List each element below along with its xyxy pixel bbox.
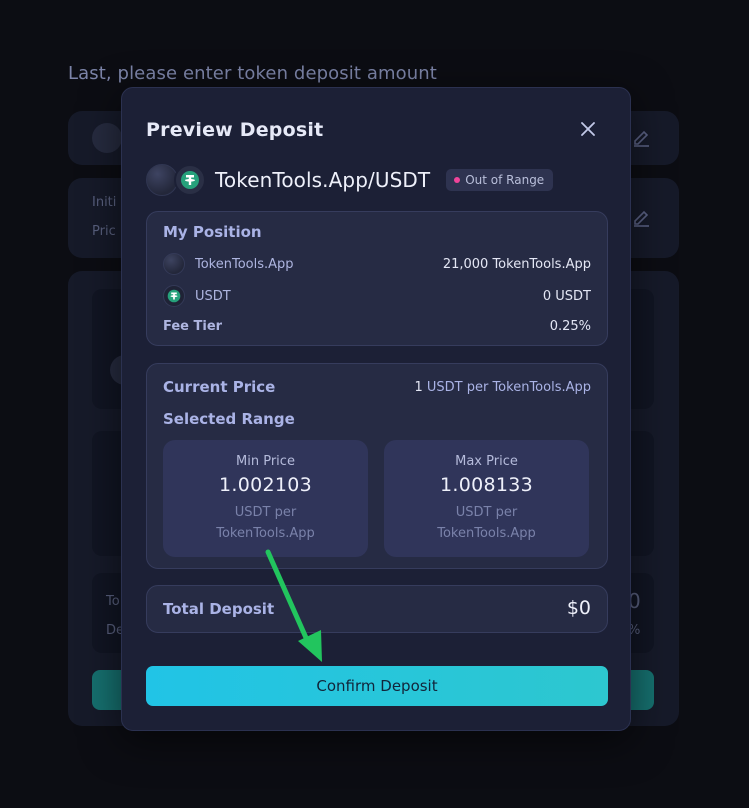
total-deposit-value: $0: [566, 597, 591, 619]
total-deposit-label: Total Deposit: [163, 600, 275, 618]
fee-tier-value: 0.25%: [549, 318, 591, 334]
selected-range-label: Selected Range: [163, 410, 295, 428]
position-token-name: USDT: [195, 288, 231, 304]
min-price-label: Min Price: [236, 454, 295, 469]
background-token-avatar: [92, 123, 122, 153]
max-price-value: 1.008133: [439, 474, 534, 496]
position-row: USDT 0 USDT: [163, 285, 591, 307]
max-price-label: Max Price: [455, 454, 518, 469]
my-position-heading: My Position: [163, 223, 262, 241]
max-price-unit-token: TokenTools.App: [437, 526, 536, 541]
max-price-box: Max Price 1.008133 USDT per TokenTools.A…: [384, 440, 589, 557]
usdt-token-icon: [174, 164, 206, 196]
min-price-box: Min Price 1.002103 USDT per TokenTools.A…: [163, 440, 368, 557]
min-price-unit-token: TokenTools.App: [216, 526, 315, 541]
edit-icon[interactable]: [631, 127, 651, 147]
background-price-label: Pric: [92, 224, 116, 239]
price-range-panel: Current Price 1 USDT per TokenTools.App …: [146, 363, 608, 569]
confirm-deposit-button[interactable]: Confirm Deposit: [146, 666, 608, 706]
position-token-amount: 0 USDT: [542, 288, 591, 304]
background-initial-label: Initi: [92, 195, 117, 210]
fee-tier-row: Fee Tier 0.25%: [163, 315, 591, 337]
total-deposit-panel: Total Deposit $0: [146, 585, 608, 633]
current-price-number: 1: [414, 379, 423, 395]
min-price-value: 1.002103: [218, 474, 313, 496]
usdt-token-icon: [163, 285, 185, 307]
background-total-label: To: [106, 594, 120, 609]
usdt-logo-icon: [181, 171, 199, 189]
pair-name: TokenTools.App/USDT: [215, 168, 431, 192]
current-price-value: 1 USDT per TokenTools.App: [414, 380, 591, 395]
min-price-unit: USDT per: [234, 505, 297, 520]
range-status-label: Out of Range: [465, 173, 545, 187]
current-price-unit: USDT per TokenTools.App: [426, 379, 591, 395]
close-button[interactable]: [576, 117, 600, 141]
my-position-panel: My Position TokenTools.App 21,000 TokenT…: [146, 211, 608, 346]
usdt-logo-icon: [167, 289, 181, 303]
current-price-row: Current Price 1 USDT per TokenTools.App: [163, 378, 591, 396]
modal-title: Preview Deposit: [146, 119, 324, 141]
tokentools-token-icon: [163, 253, 185, 275]
position-token-name: TokenTools.App: [195, 256, 294, 272]
token-pair-header: TokenTools.App/USDT Out of Range: [146, 163, 554, 197]
max-price-unit: USDT per: [455, 505, 518, 520]
app-stage: Last, please enter token deposit amount …: [0, 0, 749, 808]
edit-icon[interactable]: [631, 207, 651, 227]
preview-deposit-modal: Preview Deposit TokenTools.App/USDT Out …: [121, 87, 631, 731]
range-status-badge: Out of Range: [446, 169, 554, 191]
position-row: TokenTools.App 21,000 TokenTools.App: [163, 253, 591, 275]
background-step-title: Last, please enter token deposit amount: [68, 63, 437, 84]
close-icon: [581, 122, 595, 136]
fee-tier-label: Fee Tier: [163, 318, 223, 334]
status-dot-icon: [454, 177, 461, 183]
position-token-amount: 21,000 TokenTools.App: [442, 256, 591, 272]
current-price-label: Current Price: [163, 378, 276, 396]
